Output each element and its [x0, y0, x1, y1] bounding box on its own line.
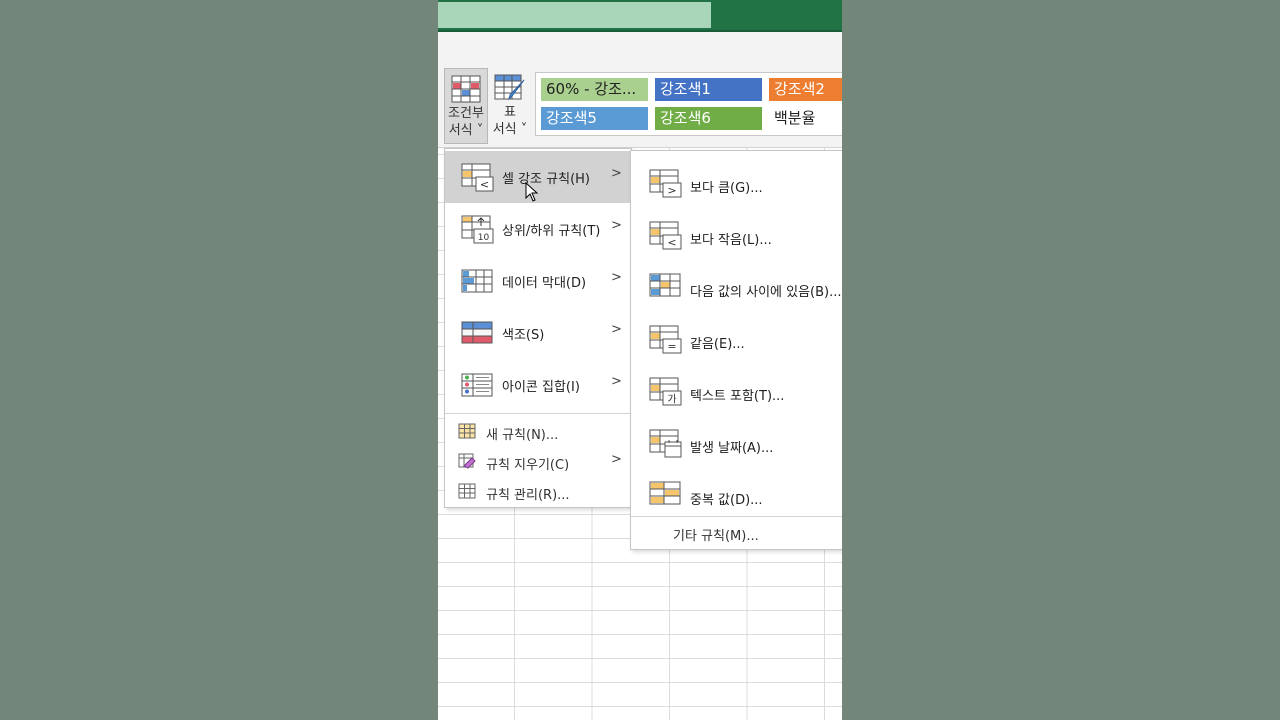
chevron-right-icon: > [611, 322, 622, 337]
menu-item-new-rule[interactable]: 새 규칙(N)... [445, 416, 631, 446]
submenu-item-duplicate-values[interactable]: 중복 값(D)... [631, 467, 842, 519]
menu-item-clear-rules[interactable]: 규칙 지우기(C) > [445, 446, 631, 476]
chevron-right-icon: > [611, 452, 622, 467]
menu-item-manage-rules[interactable]: 규칙 관리(R)... [445, 476, 631, 506]
submenu-item-more-rules[interactable]: 기타 규칙(M)... [673, 525, 759, 544]
format-as-table-icon [494, 74, 525, 101]
highlight-cells-icon: < [461, 163, 494, 192]
svg-text:>: > [667, 184, 676, 197]
submenu-item-between[interactable]: 다음 값의 사이에 있음(B)... [631, 259, 842, 311]
conditional-formatting-label-1: 조건부 [448, 106, 484, 121]
submenu-item-label: 텍스트 포함(T)... [690, 389, 785, 404]
submenu-item-greater-than[interactable]: > 보다 큼(G)... [631, 155, 842, 207]
ribbon: 조건부 서식 ˅ 표 서식 ˅ 60% - 강조... 강조색1 강조색2 강조… [438, 64, 842, 148]
conditional-formatting-icon [451, 75, 481, 103]
text-contains-icon: 가 [649, 377, 682, 406]
cell-style-60-accent[interactable]: 60% - 강조... [541, 78, 648, 101]
submenu-item-label: 보다 큼(G)... [690, 181, 763, 196]
less-than-icon: < [649, 221, 682, 250]
clear-rules-icon [458, 453, 476, 469]
date-occurring-icon [649, 429, 682, 458]
menu-item-label: 셀 강조 규칙(H) [502, 172, 590, 187]
search-box[interactable] [438, 2, 711, 28]
ribbon-tabs-area [438, 32, 842, 64]
menu-item-label: 아이콘 집합(I) [502, 380, 580, 395]
format-as-table-label-2: 서식 ˅ [492, 122, 528, 137]
submenu-separator [631, 516, 842, 517]
format-as-table-button[interactable]: 표 서식 ˅ [490, 68, 530, 144]
chevron-right-icon: > [611, 374, 622, 389]
chevron-right-icon: > [611, 218, 622, 233]
svg-text:<: < [480, 178, 489, 191]
submenu-item-label: 다음 값의 사이에 있음(B)... [690, 285, 842, 300]
data-bars-icon [461, 269, 493, 293]
menu-item-label: 데이터 막대(D) [502, 276, 587, 291]
highlight-cells-rules-submenu: > 보다 큼(G)... < 보다 작음(L)... 다음 값의 사이에 있음(… [630, 150, 842, 550]
submenu-item-label: 발생 날짜(A)... [690, 441, 774, 456]
top-bottom-icon: 10 [461, 215, 494, 244]
new-rule-icon [458, 423, 476, 439]
submenu-item-date-occurring[interactable]: 발생 날짜(A)... [631, 415, 842, 467]
greater-than-icon: > [649, 169, 682, 198]
menu-item-label: 새 규칙(N)... [486, 428, 559, 443]
menu-item-label: 규칙 지우기(C) [486, 458, 570, 473]
menu-item-label: 규칙 관리(R)... [486, 488, 570, 503]
duplicate-values-icon [649, 481, 681, 505]
menu-item-label: 색조(S) [502, 328, 545, 343]
svg-text:가: 가 [667, 394, 676, 406]
menu-item-icon-sets[interactable]: 아이콘 집합(I) > [445, 359, 631, 411]
submenu-item-label: 같음(E)... [690, 337, 745, 352]
equal-to-icon: = [649, 325, 682, 354]
svg-text:10: 10 [478, 233, 490, 243]
menu-item-color-scales[interactable]: 색조(S) > [445, 307, 631, 359]
manage-rules-icon [458, 483, 476, 499]
menu-item-data-bars[interactable]: 데이터 막대(D) > [445, 255, 631, 307]
menu-item-top-bottom-rules[interactable]: 10 상위/하위 규칙(T) > [445, 203, 631, 255]
cell-style-percent[interactable]: 백분율 [769, 107, 842, 130]
chevron-right-icon: > [611, 270, 622, 285]
title-bar [438, 0, 842, 32]
menu-separator [445, 413, 631, 414]
cell-style-accent5[interactable]: 강조색5 [541, 107, 648, 130]
menu-item-label: 상위/하위 규칙(T) [502, 224, 601, 239]
svg-text:<: < [667, 236, 676, 249]
conditional-formatting-label-2: 서식 ˅ [448, 123, 484, 138]
cell-style-accent2[interactable]: 강조색2 [769, 78, 842, 101]
cell-style-accent6[interactable]: 강조색6 [655, 107, 762, 130]
conditional-formatting-button[interactable]: 조건부 서식 ˅ [444, 68, 488, 144]
format-as-table-label-1: 표 [504, 105, 516, 120]
cell-styles-gallery: 60% - 강조... 강조색1 강조색2 강조색5 강조색6 백분율 [535, 72, 842, 136]
submenu-item-label: 보다 작음(L)... [690, 233, 772, 248]
icon-sets-icon [461, 373, 493, 397]
submenu-item-label: 중복 값(D)... [690, 493, 763, 508]
cell-style-accent1[interactable]: 강조색1 [655, 78, 762, 101]
submenu-item-less-than[interactable]: < 보다 작음(L)... [631, 207, 842, 259]
submenu-item-equal-to[interactable]: = 같음(E)... [631, 311, 842, 363]
svg-text:=: = [667, 340, 676, 353]
color-scales-icon [461, 321, 493, 344]
between-icon [649, 273, 681, 297]
submenu-item-text-contains[interactable]: 가 텍스트 포함(T)... [631, 363, 842, 415]
mouse-pointer-icon [525, 182, 539, 202]
chevron-right-icon: > [611, 166, 622, 181]
excel-window: 조건부 서식 ˅ 표 서식 ˅ 60% - 강조... 강조색1 강조색2 강조… [438, 0, 842, 720]
